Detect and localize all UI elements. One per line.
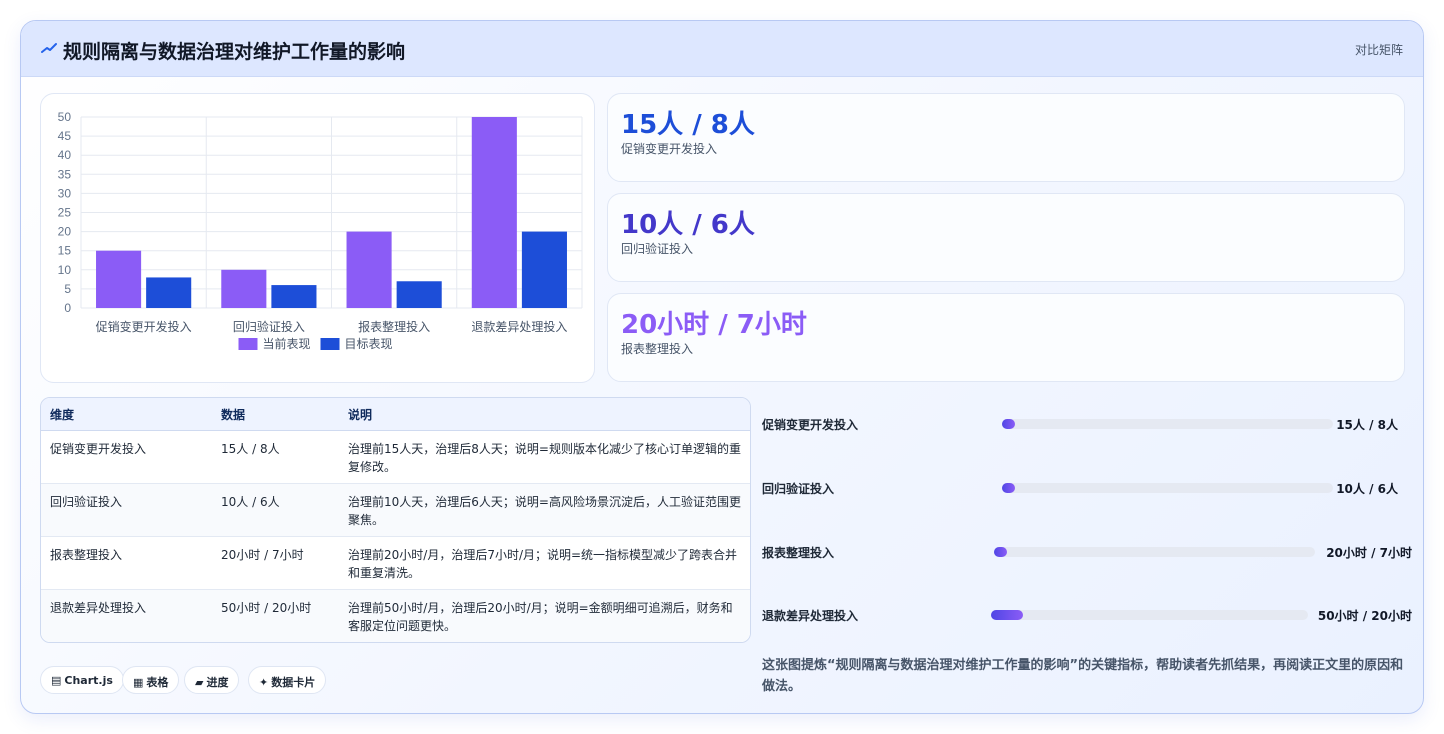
progress-track bbox=[1002, 483, 1333, 493]
bar bbox=[146, 277, 192, 308]
progress-label: 回归验证投入 bbox=[762, 482, 835, 496]
table-cell-dim: 促销变更开发投入 bbox=[50, 442, 147, 456]
tag-chartjs[interactable]: ▤ Chart.js bbox=[40, 666, 124, 694]
y-tick-label: 40 bbox=[58, 148, 72, 162]
tag-table[interactable]: ▦ 表格 bbox=[122, 666, 180, 694]
stat-card-report: 20小时 / 7小时 报表整理投入 bbox=[607, 293, 1405, 382]
progress-label: 促销变更开发投入 bbox=[762, 418, 859, 432]
bar bbox=[346, 231, 392, 308]
progress-value: 10人 / 6人 bbox=[1336, 482, 1398, 496]
x-tick-label: 回归验证投入 bbox=[233, 319, 305, 334]
table-cell-data: 10人 / 6人 bbox=[221, 495, 280, 509]
bar bbox=[471, 117, 517, 308]
stat-card-promo: 15人 / 8人 促销变更开发投入 bbox=[607, 93, 1405, 182]
progress-label: 退款差异处理投入 bbox=[762, 609, 859, 623]
table-header-data: 数据 bbox=[221, 408, 246, 422]
x-tick-label: 报表整理投入 bbox=[358, 319, 430, 334]
table-cell-dim: 退款差异处理投入 bbox=[50, 601, 147, 615]
legend-label: 目标表现 bbox=[345, 337, 393, 351]
tag-label: 数据卡片 bbox=[271, 676, 316, 689]
table-row: 报表整理投入 20小时 / 7小时 治理前20小时/月，治理后7小时/月；说明=… bbox=[41, 537, 750, 590]
table-row: 退款差异处理投入 50小时 / 20小时 治理前50小时/月，治理后20小时/月… bbox=[41, 590, 750, 642]
progress-fill bbox=[994, 547, 1007, 557]
bar bbox=[271, 285, 317, 308]
x-tick-label: 促销变更开发投入 bbox=[96, 319, 192, 334]
bar bbox=[396, 281, 442, 308]
y-tick-label: 35 bbox=[58, 167, 72, 181]
progress-icon: ▰ bbox=[195, 676, 204, 689]
data-table: 维度 数据 说明 促销变更开发投入 15人 / 8人 治理前15人天，治理后8人… bbox=[40, 397, 751, 643]
table-cell-desc: 治理前15人天，治理后8人天；说明=规则版本化减少了核心订单逻辑的重复修改。 bbox=[348, 442, 741, 474]
table-cell-dim: 回归验证投入 bbox=[50, 495, 123, 509]
bar bbox=[521, 231, 567, 308]
bar bbox=[96, 250, 142, 308]
y-tick-label: 50 bbox=[58, 110, 72, 124]
compare-matrix-link[interactable]: 对比矩阵 bbox=[1355, 41, 1403, 58]
panel-header: 规则隔离与数据治理对维护工作量的影响 对比矩阵 bbox=[21, 21, 1423, 77]
stat-value: 20小时 / 7小时 bbox=[621, 310, 807, 340]
table-header-row: 维度 数据 说明 bbox=[41, 398, 750, 431]
tag-label: 表格 bbox=[146, 676, 169, 689]
x-tick-label: 退款差异处理投入 bbox=[471, 319, 567, 334]
table-header-dim: 维度 bbox=[50, 408, 75, 422]
bar-chart: 0 5 10 15 20 25 30 35 40 45 50 促销变更开发投入 回归验证投入 报表整理投入… bbox=[58, 110, 583, 351]
chart-trend-icon bbox=[41, 43, 57, 53]
stat-label: 报表整理投入 bbox=[621, 342, 694, 356]
y-tick-label: 0 bbox=[64, 301, 71, 315]
progress-fill bbox=[991, 610, 1023, 620]
stat-value: 15人 / 8人 bbox=[621, 110, 755, 140]
table-row: 回归验证投入 10人 / 6人 治理前10人天，治理后6人天；说明=高风险场景沉… bbox=[41, 484, 750, 537]
legend-swatch bbox=[238, 338, 258, 350]
y-tick-label: 10 bbox=[58, 263, 72, 277]
progress-fill bbox=[1002, 483, 1016, 493]
progress-value: 20小时 / 7小时 bbox=[1326, 546, 1412, 560]
table-header-desc: 说明 bbox=[348, 408, 373, 422]
chart-icon: ▤ bbox=[51, 674, 62, 687]
dashboard-panel: 规则隔离与数据治理对维护工作量的影响 对比矩阵 0 5 10 15 20 25 30 35 40… bbox=[20, 20, 1424, 714]
stat-card-regression: 10人 / 6人 回归验证投入 bbox=[607, 193, 1405, 282]
table-cell-desc: 治理前20小时/月，治理后7小时/月；说明=统一指标模型减少了跨表合并和重复清洗… bbox=[348, 548, 738, 580]
legend-swatch bbox=[320, 338, 340, 350]
progress-row: 促销变更开发投入 15人 / 8人 bbox=[762, 414, 1412, 434]
progress-label: 报表整理投入 bbox=[762, 546, 835, 560]
progress-track bbox=[991, 610, 1308, 620]
bar-chart-card: 0 5 10 15 20 25 30 35 40 45 50 促销变更开发投入 回归验证投入 报表整理投入… bbox=[40, 93, 595, 383]
sparkle-icon: ✦ bbox=[259, 676, 269, 689]
stat-value: 10人 / 6人 bbox=[621, 210, 755, 240]
table-row: 促销变更开发投入 15人 / 8人 治理前15人天，治理后8人天；说明=规则版本… bbox=[41, 431, 750, 484]
progress-fill bbox=[1002, 419, 1016, 429]
progress-track bbox=[994, 547, 1315, 557]
y-tick-label: 15 bbox=[58, 244, 72, 258]
y-tick-label: 30 bbox=[58, 186, 72, 200]
table-cell-desc: 治理前10人天，治理后6人天；说明=高风险场景沉淀后，人工验证范围更聚焦。 bbox=[348, 495, 741, 527]
table-icon: ▦ bbox=[133, 676, 144, 689]
progress-value: 50小时 / 20小时 bbox=[1317, 609, 1412, 623]
progress-track bbox=[1002, 419, 1333, 429]
y-tick-label: 45 bbox=[58, 129, 72, 143]
tag-data-cards[interactable]: ✦ 数据卡片 bbox=[248, 666, 327, 694]
tag-label: Chart.js bbox=[64, 674, 113, 687]
table-cell-data: 50小时 / 20小时 bbox=[221, 601, 312, 615]
tag-label: 进度 bbox=[206, 676, 229, 689]
progress-row: 退款差异处理投入 50小时 / 20小时 bbox=[762, 605, 1412, 625]
table-cell-data: 15人 / 8人 bbox=[221, 442, 280, 456]
page-title: 规则隔离与数据治理对维护工作量的影响 bbox=[63, 41, 406, 63]
progress-row: 回归验证投入 10人 / 6人 bbox=[762, 478, 1412, 498]
y-tick-label: 20 bbox=[58, 225, 72, 239]
bar bbox=[221, 269, 267, 308]
y-tick-label: 5 bbox=[64, 282, 71, 296]
footer-note: 这张图提炼“规则隔离与数据治理对维护工作量的影响”的关键指标，帮助读者先抓结果，… bbox=[762, 658, 1404, 694]
progress-value: 15人 / 8人 bbox=[1336, 418, 1398, 432]
table-cell-desc: 治理前50小时/月，治理后20小时/月；说明=金额明细可追溯后，财务和客服定位问… bbox=[348, 601, 733, 633]
y-tick-label: 25 bbox=[58, 206, 72, 220]
table-cell-data: 20小时 / 7小时 bbox=[221, 548, 304, 562]
table-cell-dim: 报表整理投入 bbox=[50, 548, 123, 562]
tag-progress[interactable]: ▰ 进度 bbox=[184, 666, 240, 694]
legend-label: 当前表现 bbox=[263, 336, 311, 351]
stat-label: 回归验证投入 bbox=[621, 242, 694, 256]
stat-label: 促销变更开发投入 bbox=[621, 142, 718, 156]
progress-row: 报表整理投入 20小时 / 7小时 bbox=[762, 542, 1412, 562]
